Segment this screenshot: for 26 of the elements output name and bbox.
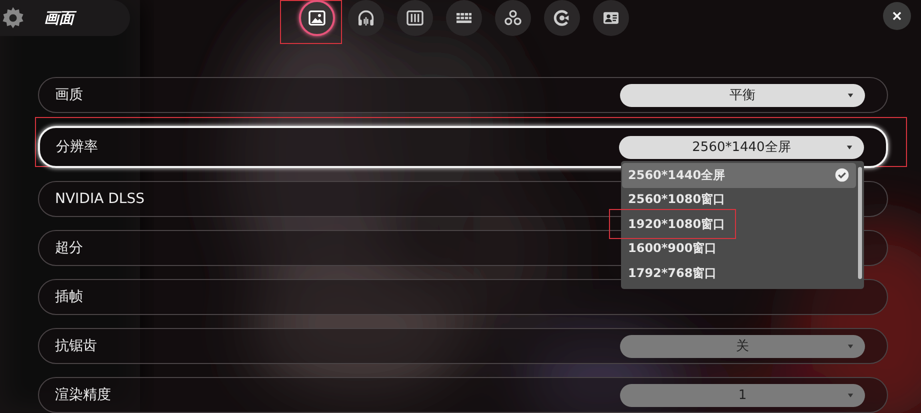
dropdown-option[interactable]: 1600*900窗口 [622,236,856,261]
setting-label: 分辨率 [56,138,98,156]
setting-label: 抗锯齿 [55,337,97,355]
headphones-icon [356,8,376,28]
caret-icon [846,342,855,350]
setting-label: 超分 [55,239,83,257]
setting-row[interactable]: 画质 平衡 [38,77,888,113]
dropdown-select[interactable]: 平衡 [620,84,865,106]
dropdown-option[interactable]: 2560*1080窗口 [622,188,856,212]
caret-icon [846,90,855,100]
setting-label: 渲染精度 [55,386,111,404]
close-icon [890,9,904,23]
setting-row[interactable]: 插帧 [38,279,888,315]
setting-row[interactable]: 分辨率 2560*1440全屏 [38,126,888,168]
caret-icon [846,390,855,400]
setting-label: 画质 [55,86,83,104]
checkmark-icon [834,167,850,184]
setting-label: NVIDIA DLSS [55,191,144,207]
circles-icon [503,8,523,28]
setting-label: 插帧 [55,288,83,306]
dropdown-select[interactable]: 2560*1440全屏 [619,136,864,158]
dropdown-option[interactable]: 2560*1440全屏 [622,163,856,188]
caret-icon [845,142,854,152]
bars-icon [405,8,425,28]
image-icon [307,8,327,28]
scrollbar[interactable] [858,167,862,279]
